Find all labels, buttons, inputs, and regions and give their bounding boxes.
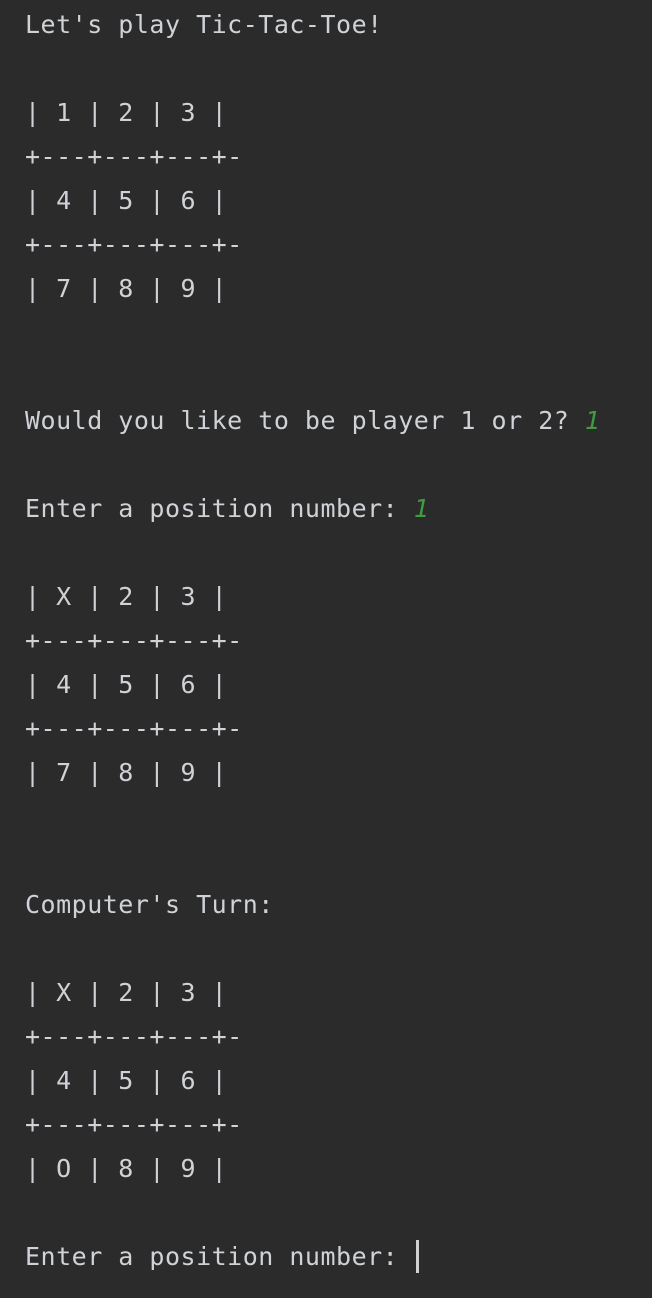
console-output[interactable]: Let's play Tic-Tac-Toe! | 1 | 2 | 3 | +-… <box>0 0 652 1298</box>
board1-row2: | 4 | 5 | 6 | <box>25 186 228 215</box>
text-cursor[interactable] <box>415 1239 419 1273</box>
board1-separator1: +---+---+---+- <box>25 142 243 171</box>
board3-row3: | O | 8 | 9 | <box>25 1154 228 1183</box>
player-prompt-line: Would you like to be player 1 or 2? 1 <box>25 399 600 443</box>
board2-row1: | X | 2 | 3 | <box>25 582 228 611</box>
board2-separator1: +---+---+---+- <box>25 626 243 655</box>
position-prompt-line-1: Enter a position number: 1 <box>25 487 429 531</box>
board1-row3: | 7 | 8 | 9 | <box>25 274 228 303</box>
board3-separator2: +---+---+---+- <box>25 1110 243 1139</box>
board2-row3: | 7 | 8 | 9 | <box>25 758 228 787</box>
board2-row2: | 4 | 5 | 6 | <box>25 670 228 699</box>
position-prompt-2: Enter a position number: <box>25 1242 414 1271</box>
board2-separator2: +---+---+---+- <box>25 714 243 743</box>
computer-turn-line: Computer's Turn: <box>25 890 274 919</box>
board3-row1: | X | 2 | 3 | <box>25 978 228 1007</box>
board1-separator2: +---+---+---+- <box>25 230 243 259</box>
intro-line: Let's play Tic-Tac-Toe! <box>25 10 383 39</box>
board3-separator1: +---+---+---+- <box>25 1022 243 1051</box>
position-input-1: 1 <box>413 494 430 523</box>
position-prompt-1: Enter a position number: <box>25 494 414 523</box>
board1-row1: | 1 | 2 | 3 | <box>25 98 228 127</box>
player-input: 1 <box>584 406 601 435</box>
position-prompt-line-2[interactable]: Enter a position number: <box>25 1235 419 1279</box>
board3-row2: | 4 | 5 | 6 | <box>25 1066 228 1095</box>
player-prompt: Would you like to be player 1 or 2? <box>25 406 585 435</box>
